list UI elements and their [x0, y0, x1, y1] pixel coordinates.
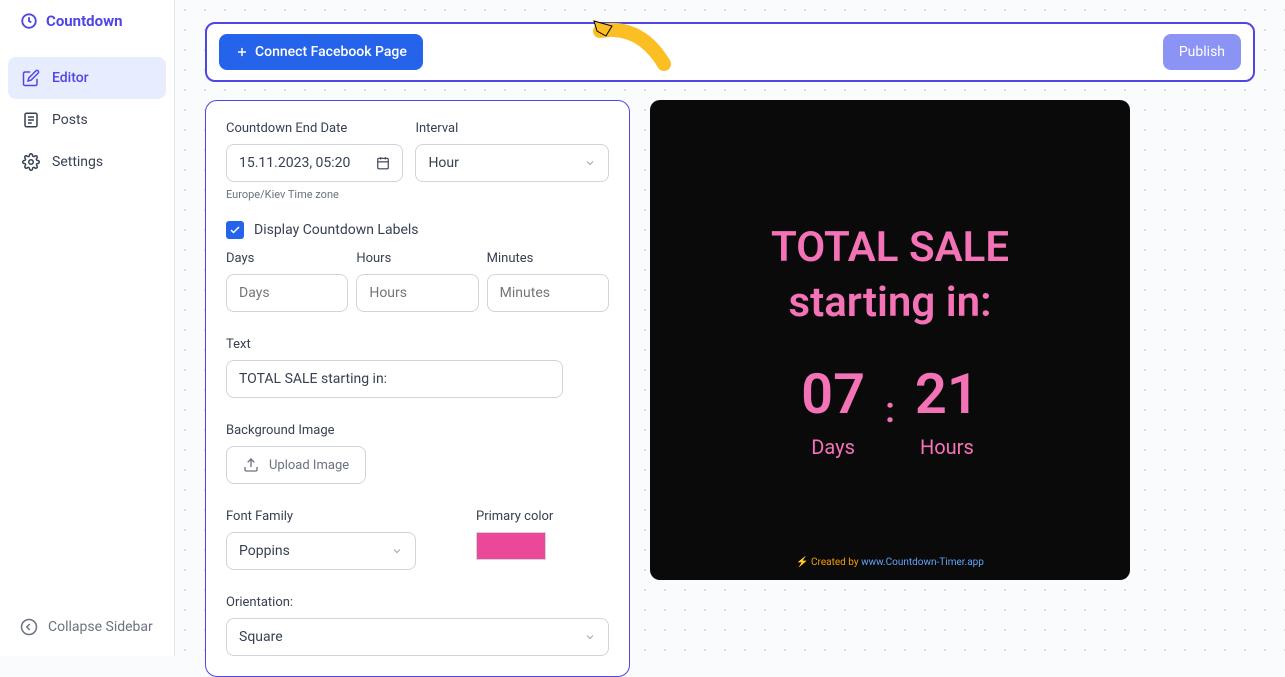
preview-hours-label: Hours: [915, 435, 979, 459]
minutes-label: Minutes: [487, 251, 609, 266]
nav-label: Posts: [52, 112, 88, 128]
publish-label: Publish: [1179, 44, 1225, 60]
preview-days: 07: [801, 361, 865, 427]
days-input[interactable]: [226, 274, 348, 312]
editor-panel: Countdown End Date 15.11.2023, 05:20 Eur…: [205, 100, 630, 677]
nav-editor[interactable]: Editor: [8, 57, 166, 99]
app-name: Countdown: [46, 12, 123, 30]
timer-separator: :: [885, 389, 895, 431]
display-labels-checkbox[interactable]: [226, 221, 244, 239]
publish-button[interactable]: Publish: [1163, 34, 1241, 70]
hours-input[interactable]: [356, 274, 478, 312]
interval-label: Interval: [415, 121, 609, 136]
nav-label: Editor: [52, 70, 89, 86]
timezone-helper: Europe/Kiev Time zone: [226, 188, 403, 201]
nav-list: Editor Posts Settings: [0, 57, 174, 183]
countdown-preview: TOTAL SALE starting in: 07 Days : 21 Hou…: [650, 100, 1130, 580]
nav-posts[interactable]: Posts: [8, 99, 166, 141]
color-label: Primary color: [476, 509, 609, 524]
footer-link[interactable]: www.Countdown-Timer.app: [861, 557, 984, 568]
nav-settings[interactable]: Settings: [8, 141, 166, 183]
app-logo: Countdown: [0, 0, 174, 42]
display-labels-text: Display Countdown Labels: [254, 222, 419, 238]
preview-footer: ⚡ Created by www.Countdown-Timer.app: [796, 557, 984, 568]
font-label: Font Family: [226, 509, 416, 524]
posts-icon: [22, 111, 40, 129]
orientation-select[interactable]: Square: [226, 618, 609, 656]
arrow-annotation: [592, 16, 692, 86]
collapse-sidebar[interactable]: Collapse Sidebar: [20, 618, 153, 636]
connect-label: Connect Facebook Page: [255, 44, 407, 60]
hours-label: Hours: [356, 251, 478, 266]
collapse-label: Collapse Sidebar: [48, 619, 153, 635]
collapse-icon: [20, 618, 38, 636]
chevron-down-icon: [584, 631, 596, 643]
sidebar: Countdown Editor Posts Settings Collapse…: [0, 0, 175, 656]
preview-text: TOTAL SALE starting in:: [731, 221, 1049, 330]
main-content: Connect Facebook Page Publish Countdown …: [175, 0, 1285, 656]
preview-days-label: Days: [801, 435, 865, 459]
font-value: Poppins: [239, 543, 290, 559]
check-icon: [229, 224, 241, 236]
preview-line2: starting in:: [771, 276, 1009, 331]
interval-select[interactable]: Hour: [415, 144, 609, 182]
end-date-value: 15.11.2023, 05:20: [239, 155, 350, 171]
minutes-input[interactable]: [487, 274, 609, 312]
text-label: Text: [226, 337, 609, 352]
chevron-down-icon: [584, 157, 596, 169]
chevron-down-icon: [391, 545, 403, 557]
preview-line1: TOTAL SALE: [771, 221, 1009, 276]
orientation-value: Square: [239, 629, 283, 645]
interval-value: Hour: [428, 155, 458, 171]
topbar: Connect Facebook Page Publish: [205, 22, 1255, 82]
nav-label: Settings: [52, 154, 103, 170]
preview-hours: 21: [915, 361, 979, 427]
preview-timer: 07 Days : 21 Hours: [801, 361, 979, 459]
days-label: Days: [226, 251, 348, 266]
text-input[interactable]: [226, 360, 563, 398]
upload-icon: [243, 457, 259, 473]
calendar-icon: [376, 156, 390, 170]
countdown-icon: [20, 12, 38, 30]
end-date-input[interactable]: 15.11.2023, 05:20: [226, 144, 403, 182]
end-date-label: Countdown End Date: [226, 121, 403, 136]
color-picker[interactable]: [476, 532, 546, 560]
content-area: Countdown End Date 15.11.2023, 05:20 Eur…: [205, 100, 1255, 677]
plus-icon: [235, 45, 249, 59]
upload-image-button[interactable]: Upload Image: [226, 446, 366, 484]
upload-label: Upload Image: [269, 458, 349, 473]
bg-image-label: Background Image: [226, 423, 609, 438]
settings-icon: [22, 153, 40, 171]
editor-icon: [22, 69, 40, 87]
footer-prefix: ⚡ Created by: [796, 557, 861, 568]
orientation-label: Orientation:: [226, 595, 609, 610]
font-select[interactable]: Poppins: [226, 532, 416, 570]
connect-facebook-button[interactable]: Connect Facebook Page: [219, 34, 423, 70]
